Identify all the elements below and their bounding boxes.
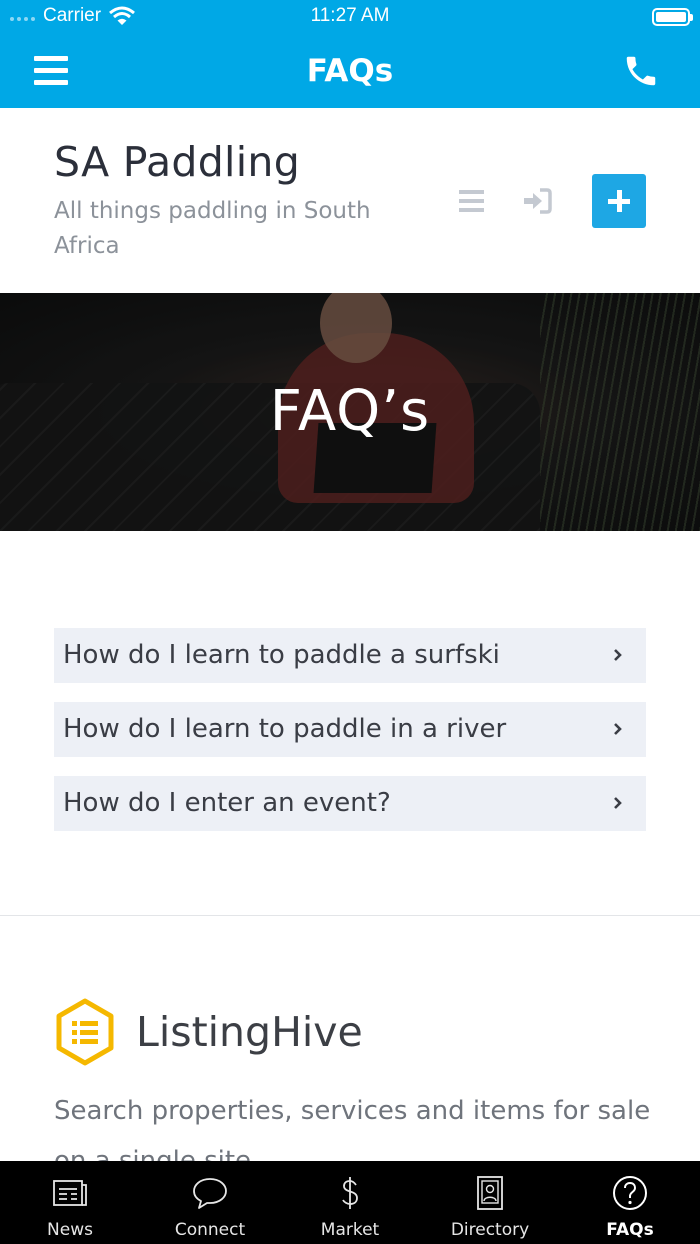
contact-book-icon <box>477 1176 503 1210</box>
faq-question: How do I learn to paddle in a river <box>63 714 507 744</box>
tab-directory[interactable]: Directory <box>420 1161 560 1244</box>
tab-label: Connect <box>174 1220 246 1240</box>
faq-question: How do I enter an event? <box>63 788 391 818</box>
news-icon <box>53 1180 87 1206</box>
faq-item[interactable]: How do I learn to paddle in a river <box>54 702 646 757</box>
brand-name: ListingHive <box>136 1008 363 1056</box>
tab-bar: News Connect Market Directory FAQs <box>0 1161 700 1244</box>
battery-icon <box>652 8 693 26</box>
nav-bar: FAQs <box>0 34 700 108</box>
tab-faqs[interactable]: FAQs <box>560 1161 700 1244</box>
hero-title: FAQ’s <box>269 379 431 444</box>
chevron-right-icon <box>614 723 622 735</box>
site-tagline: All things paddling in South Africa <box>54 198 371 259</box>
dollar-icon <box>342 1177 358 1209</box>
tab-label: News <box>47 1220 93 1240</box>
faq-item[interactable]: How do I enter an event? <box>54 776 646 831</box>
phone-icon[interactable] <box>622 52 660 90</box>
status-time: 11:27 AM <box>310 5 390 26</box>
tab-market[interactable]: Market <box>280 1161 420 1244</box>
tab-label: Market <box>320 1220 380 1240</box>
faq-item[interactable]: How do I learn to paddle a surfski <box>54 628 646 683</box>
question-circle-icon <box>613 1176 647 1210</box>
site-header: SA Paddling All things paddling in South… <box>0 108 700 293</box>
hero-banner: FAQ’s <box>0 293 700 531</box>
tab-news[interactable]: News <box>0 1161 140 1244</box>
faq-list: How do I learn to paddle a surfski How d… <box>54 628 646 850</box>
tab-connect[interactable]: Connect <box>140 1161 280 1244</box>
header-menu-icon[interactable] <box>459 190 484 212</box>
chevron-right-icon <box>614 649 622 661</box>
section-divider <box>0 915 700 916</box>
tab-label: FAQs <box>606 1220 654 1240</box>
chat-bubble-icon <box>193 1178 227 1209</box>
login-icon[interactable] <box>522 188 552 214</box>
nav-title: FAQs <box>306 53 394 89</box>
tab-label: Directory <box>450 1220 530 1240</box>
add-listing-button[interactable] <box>592 174 646 228</box>
site-title[interactable]: SA Paddling <box>54 138 300 186</box>
status-bar: Carrier 11:27 AM <box>0 0 700 34</box>
faq-question: How do I learn to paddle a surfski <box>63 640 500 670</box>
chevron-right-icon <box>614 797 622 809</box>
listinghive-logo-icon <box>56 998 114 1066</box>
